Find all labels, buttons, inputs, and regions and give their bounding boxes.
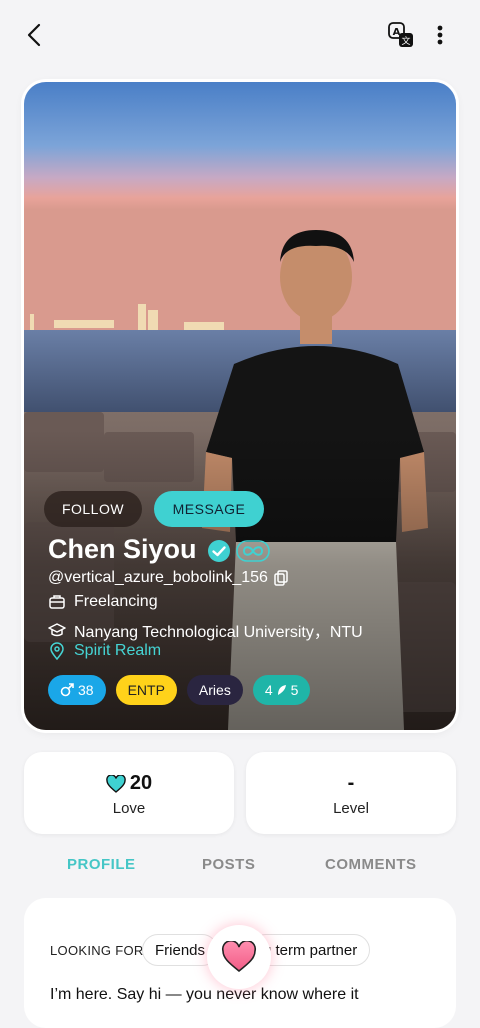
- tab-posts[interactable]: POSTS: [202, 856, 255, 873]
- tab-comments[interactable]: COMMENTS: [325, 856, 417, 873]
- level-label: Level: [333, 800, 369, 817]
- follow-button[interactable]: FOLLOW: [44, 491, 142, 527]
- wing-icon: [277, 685, 286, 695]
- mbti-tag: ENTP: [115, 675, 177, 705]
- profile-card: FOLLOW MESSAGE Chen Siyou @vertical_azur…: [24, 82, 456, 730]
- heart-icon: [106, 774, 126, 793]
- infinity-badge-icon: [236, 540, 270, 562]
- tag-row: 38 ENTP Aries 4 5: [48, 675, 311, 705]
- male-icon: [60, 683, 74, 697]
- job-text: Freelancing: [74, 593, 158, 610]
- graduation-cap-icon: [48, 623, 66, 637]
- top-bar: A 文: [0, 0, 480, 72]
- copy-icon[interactable]: [274, 570, 288, 586]
- bio-text: I’m here. Say hi — you never know where …: [50, 986, 359, 1003]
- message-button[interactable]: MESSAGE: [154, 491, 264, 527]
- handle-row: @vertical_azure_bobolink_156: [48, 569, 288, 587]
- love-stat-card[interactable]: 20 Love: [24, 752, 234, 834]
- education-row: Nanyang Technological University，NTU: [48, 618, 363, 642]
- translate-icon[interactable]: A 文: [386, 20, 416, 50]
- svg-text:文: 文: [401, 35, 410, 47]
- age-value: 38: [78, 682, 94, 698]
- level-stat-card[interactable]: - Level: [246, 752, 456, 834]
- heart-icon: [221, 941, 257, 973]
- wings-value: 5: [290, 682, 299, 698]
- gender-age-tag: 38: [48, 675, 106, 705]
- tab-bar: PROFILE POSTS COMMENTS: [0, 856, 480, 880]
- location-row: Spirit Realm: [48, 642, 161, 660]
- location-text: Spirit Realm: [74, 642, 162, 659]
- job-row: Freelancing: [48, 593, 158, 611]
- looking-for-label: LOOKING FOR: [50, 943, 144, 958]
- love-value: 20: [129, 772, 153, 794]
- more-vertical-icon[interactable]: [428, 20, 452, 50]
- education-text: Nanyang Technological University，NTU: [74, 624, 363, 641]
- profile-handle: @vertical_azure_bobolink_156: [48, 569, 268, 586]
- level-value: -: [347, 772, 355, 794]
- like-fab-button[interactable]: [207, 925, 271, 989]
- briefcase-icon: [49, 595, 65, 609]
- verified-badge-icon: [208, 540, 230, 562]
- wings-prefix: 4: [264, 682, 273, 698]
- wings-tag: 4 5: [252, 675, 311, 705]
- zodiac-tag: Aries: [186, 675, 243, 705]
- chevron-left-icon[interactable]: [20, 20, 50, 50]
- profile-name: Chen Siyou: [48, 534, 197, 564]
- love-label: Love: [112, 800, 146, 817]
- tab-profile[interactable]: PROFILE: [67, 856, 136, 873]
- location-pin-icon: [50, 642, 64, 660]
